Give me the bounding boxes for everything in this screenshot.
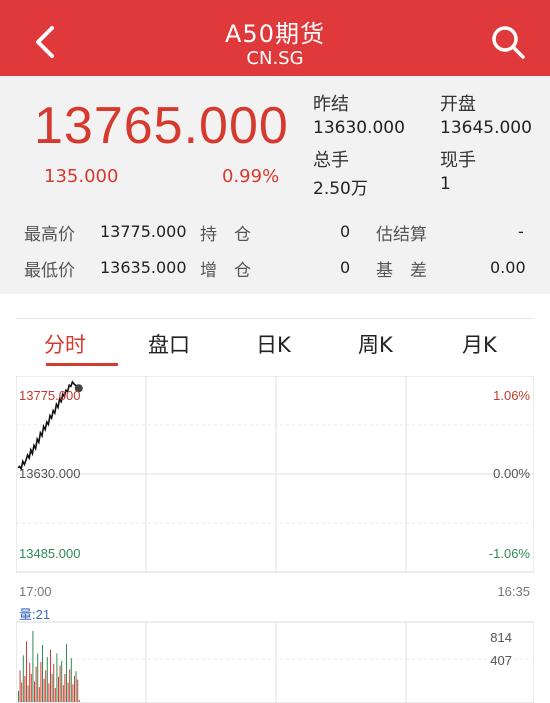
- current-lot-label: 现手: [440, 150, 476, 171]
- search-icon[interactable]: [490, 24, 526, 60]
- pct-top-label: 1.06%: [493, 388, 530, 403]
- volume-bar: [59, 665, 61, 702]
- volume-bar: [48, 683, 50, 702]
- volume-bar: [66, 644, 67, 702]
- active-tab-indicator: [46, 363, 118, 366]
- volume-bar: [70, 658, 72, 702]
- instrument-code: CN.SG: [246, 48, 304, 69]
- low-label: 最低价: [24, 261, 75, 281]
- volume-bar: [64, 674, 66, 702]
- volume-bar: [75, 671, 77, 702]
- vol-mid-label: 407: [490, 653, 512, 668]
- basis-label: 基 差: [376, 261, 427, 281]
- volume-bar: [50, 649, 51, 702]
- volume-bar: [69, 669, 71, 702]
- est-settle-label: 估结算: [376, 225, 427, 245]
- volume-bar: [78, 700, 80, 702]
- volume-bar: [62, 685, 64, 702]
- y-top-label: 13775.000: [19, 388, 81, 403]
- volume-bar: [24, 675, 26, 702]
- position-value: 0: [340, 222, 351, 241]
- volume-bar: [53, 663, 55, 702]
- volume-bar: [43, 678, 45, 702]
- volume-bar: [61, 660, 63, 702]
- volume-bar: [46, 657, 48, 702]
- chart-canvas: [15, 375, 535, 703]
- volume-bar: [34, 681, 35, 702]
- volume-bar: [27, 685, 29, 702]
- volume-frame: [15, 621, 535, 703]
- vol-top-label: 814: [490, 630, 512, 645]
- volume-bar: [40, 661, 42, 702]
- basis-value: 0.00: [490, 258, 526, 277]
- current-lot-value: 1: [440, 174, 451, 194]
- volume-bar: [72, 684, 74, 702]
- price-change: 135.000: [44, 166, 119, 187]
- volume-bar: [19, 670, 21, 702]
- est-settle-value: -: [518, 222, 524, 241]
- volume-bar: [32, 631, 34, 702]
- volume-bar: [45, 670, 47, 702]
- volume-bar: [58, 676, 59, 702]
- open-value: 13645.000: [440, 118, 532, 138]
- volume-bar: [56, 653, 58, 702]
- time-end-label: 16:35: [497, 584, 530, 599]
- volume-bar: [35, 666, 37, 702]
- volume-bar: [30, 674, 32, 702]
- pct-mid-label: 0.00%: [493, 466, 530, 481]
- volume-bar: [54, 688, 56, 702]
- app-header: A50期货 CN.SG: [0, 0, 550, 76]
- volume-label: 总手: [313, 150, 349, 171]
- volume-bar: [37, 653, 39, 702]
- y-bottom-label: 13485.000: [19, 546, 81, 561]
- prev-settle-value: 13630.000: [313, 118, 405, 138]
- volume-bar: [67, 682, 69, 702]
- volume-bar: [18, 690, 19, 702]
- volume-bar: [21, 682, 23, 702]
- increase-label: 增 仓: [200, 261, 251, 281]
- tab-intraday[interactable]: 分时: [44, 329, 86, 359]
- volume-bar: [42, 645, 43, 702]
- volume-value: 2.50万: [313, 179, 368, 199]
- volume-bar: [26, 641, 27, 702]
- high-value: 13775.000: [100, 222, 187, 241]
- quote-panel: 13765.000 135.000 0.99% 昨结 13630.000 开盘 …: [0, 76, 550, 294]
- open-label: 开盘: [440, 94, 476, 115]
- time-start-label: 17:00: [19, 584, 52, 599]
- volume-bar: [29, 662, 31, 702]
- position-label: 持 仓: [200, 225, 251, 245]
- volume-bar: [22, 655, 24, 702]
- volume-bar: [77, 679, 79, 702]
- chart-tabs: 分时 盘口 日K 周K 月K: [16, 318, 534, 368]
- low-value: 13635.000: [100, 258, 187, 277]
- prev-settle-label: 昨结: [313, 94, 349, 115]
- volume-bar: [38, 687, 40, 702]
- tab-monthly-k[interactable]: 月K: [462, 329, 497, 359]
- pct-bottom-label: -1.06%: [488, 546, 530, 561]
- tab-daily-k[interactable]: 日K: [256, 329, 291, 359]
- y-mid-label: 13630.000: [19, 466, 81, 481]
- volume-bar: [74, 675, 75, 702]
- high-label: 最高价: [24, 225, 75, 245]
- tab-orderbook[interactable]: 盘口: [148, 329, 190, 359]
- intraday-chart[interactable]: 13775.000 13630.000 13485.000 1.06% 0.00…: [15, 375, 535, 703]
- tab-weekly-k[interactable]: 周K: [358, 329, 393, 359]
- price-change-pct: 0.99%: [222, 166, 280, 187]
- volume-bars: [18, 631, 80, 702]
- increase-value: 0: [340, 258, 351, 277]
- volume-bar: [51, 674, 53, 702]
- volume-indicator-label: 量:21: [19, 607, 51, 622]
- last-price: 13765.000: [34, 97, 289, 155]
- page-title: A50期货: [225, 20, 325, 48]
